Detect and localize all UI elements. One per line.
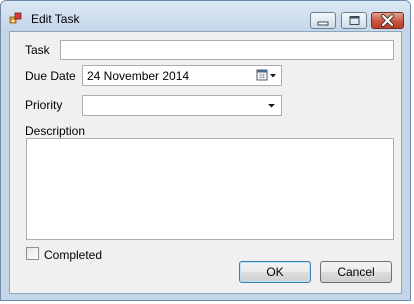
completed-label[interactable]: Completed (44, 248, 102, 262)
form-panel: Task Due Date 24 November 2014 Priority (9, 31, 402, 294)
minimize-icon (317, 21, 329, 26)
priority-dropdown-button[interactable] (263, 96, 281, 115)
task-label: Task (25, 43, 50, 57)
maximize-icon (349, 16, 360, 25)
due-date-value: 24 November 2014 (87, 69, 190, 83)
calendar-dropdown-button[interactable] (255, 66, 281, 85)
ok-button[interactable]: OK (239, 261, 311, 283)
maximize-button[interactable] (341, 12, 367, 29)
due-date-label: Due Date (25, 69, 76, 83)
completed-checkbox[interactable] (26, 247, 39, 260)
description-label: Description (25, 124, 86, 138)
window-title: Edit Task (31, 12, 80, 26)
calendar-icon (256, 69, 276, 81)
app-icon (9, 12, 22, 24)
close-button[interactable] (371, 12, 404, 29)
due-date-picker[interactable]: 24 November 2014 (82, 65, 282, 86)
description-textarea[interactable] (26, 138, 394, 240)
task-input[interactable] (60, 40, 394, 60)
priority-label: Priority (25, 98, 63, 112)
edit-task-window: Edit Task Task Due Date 24 November 2014 (0, 0, 411, 301)
cancel-button[interactable]: Cancel (320, 261, 392, 283)
title-bar[interactable]: Edit Task (1, 1, 410, 31)
minimize-button[interactable] (310, 12, 336, 29)
chevron-down-icon (268, 104, 275, 108)
close-icon (381, 14, 394, 27)
priority-select[interactable] (82, 95, 282, 116)
